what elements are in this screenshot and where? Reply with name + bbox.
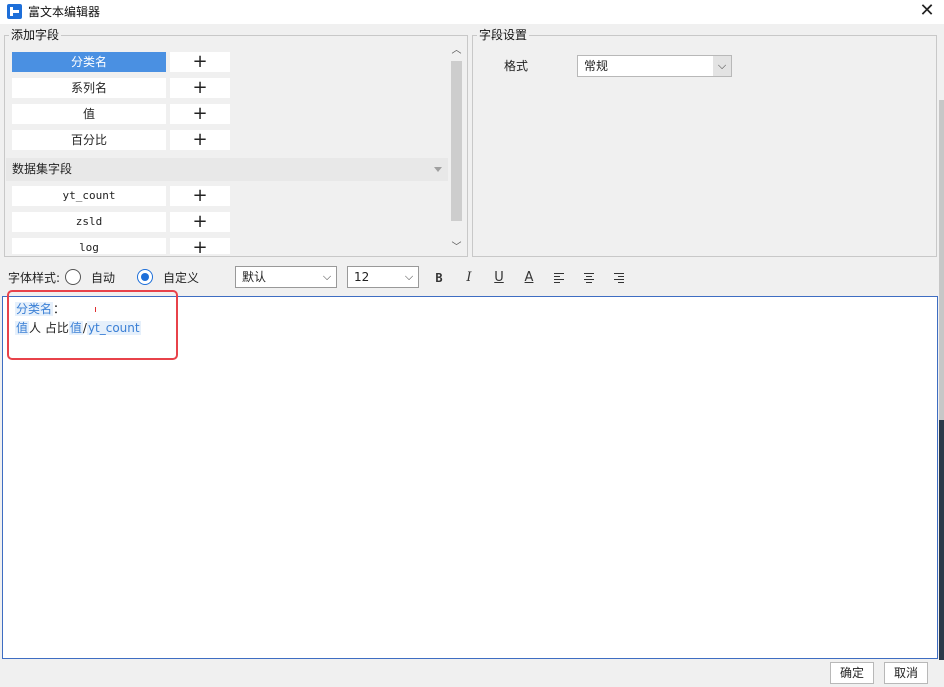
align-center-button[interactable] (580, 269, 598, 287)
auto-style-radio[interactable] (65, 269, 81, 285)
font-family-select[interactable]: 默认 ⌵ (235, 266, 337, 288)
align-center-icon (584, 273, 594, 283)
field-series-name[interactable]: 系列名 (12, 78, 166, 98)
scrollbar-thumb[interactable] (451, 61, 462, 221)
window-title: 富文本编辑器 (28, 5, 101, 19)
fields-scrollbar[interactable]: ︿ ﹀ (449, 43, 464, 256)
align-left-button[interactable] (550, 269, 568, 287)
scroll-up-icon[interactable]: ︿ (449, 43, 464, 59)
field-row-series: 系列名 + (12, 78, 230, 98)
chevron-down-icon: ⌵ (713, 56, 731, 76)
chevron-down-icon: ⌵ (322, 270, 332, 283)
field-value[interactable]: 值 (12, 104, 166, 124)
add-value-button[interactable]: + (170, 104, 230, 124)
background-window-edge (939, 100, 944, 420)
add-yt-count-button[interactable]: + (170, 186, 230, 206)
collapse-caret-icon (434, 167, 442, 172)
auto-style-label: 自动 (91, 271, 116, 285)
font-color-button[interactable]: A (520, 269, 538, 287)
add-series-name-button[interactable]: + (170, 78, 230, 98)
field-row-log: log + (12, 238, 230, 254)
underline-button[interactable]: U (490, 269, 508, 287)
font-size-select[interactable]: 12 ⌵ (347, 266, 419, 288)
field-percent[interactable]: 百分比 (12, 130, 166, 150)
field-row-percent: 百分比 + (12, 130, 230, 150)
font-family-value: 默认 (242, 270, 267, 284)
align-right-button[interactable] (610, 269, 628, 287)
app-logo-icon (7, 4, 22, 19)
chevron-down-icon: ⌵ (404, 270, 414, 283)
font-style-label: 字体样式: (8, 271, 61, 285)
add-percent-button[interactable]: + (170, 130, 230, 150)
field-zsld[interactable]: zsld (12, 212, 166, 232)
custom-style-label: 自定义 (163, 271, 200, 285)
field-yt-count[interactable]: yt_count (12, 186, 166, 206)
cancel-button[interactable]: 取消 (884, 662, 928, 684)
field-row-value: 值 + (12, 104, 230, 124)
bold-button[interactable]: B (430, 269, 448, 287)
add-zsld-button[interactable]: + (170, 212, 230, 232)
scroll-down-icon[interactable]: ﹀ (449, 240, 464, 256)
field-row-zsld: zsld + (12, 212, 230, 232)
field-log[interactable]: log (12, 238, 166, 254)
add-fields-title: 添加字段 (9, 27, 62, 43)
custom-style-radio[interactable] (137, 269, 153, 285)
ok-button[interactable]: 确定 (830, 662, 874, 684)
format-label: 格式 (504, 59, 529, 73)
italic-button[interactable]: I (460, 269, 478, 287)
field-row-yt-count: yt_count + (12, 186, 230, 206)
dataset-fields-label: 数据集字段 (12, 162, 73, 176)
add-category-name-button[interactable]: + (170, 52, 230, 72)
format-select[interactable]: 常规 ⌵ (577, 55, 732, 77)
field-row-category: 分类名 + (12, 52, 230, 72)
close-button[interactable]: ✕ (912, 0, 942, 24)
field-settings-title: 字段设置 (477, 27, 530, 43)
font-size-value: 12 (354, 270, 370, 284)
title-bar: 富文本编辑器 ✕ (0, 0, 944, 24)
add-log-button[interactable]: + (170, 238, 230, 254)
dataset-fields-header[interactable]: 数据集字段 (6, 158, 448, 181)
background-window-edge-dark (939, 420, 944, 660)
align-left-icon (554, 273, 564, 283)
field-category-name[interactable]: 分类名 (12, 52, 166, 72)
annotation-highlight-box (7, 290, 178, 360)
format-select-value: 常规 (584, 59, 609, 73)
align-right-icon (614, 273, 624, 283)
